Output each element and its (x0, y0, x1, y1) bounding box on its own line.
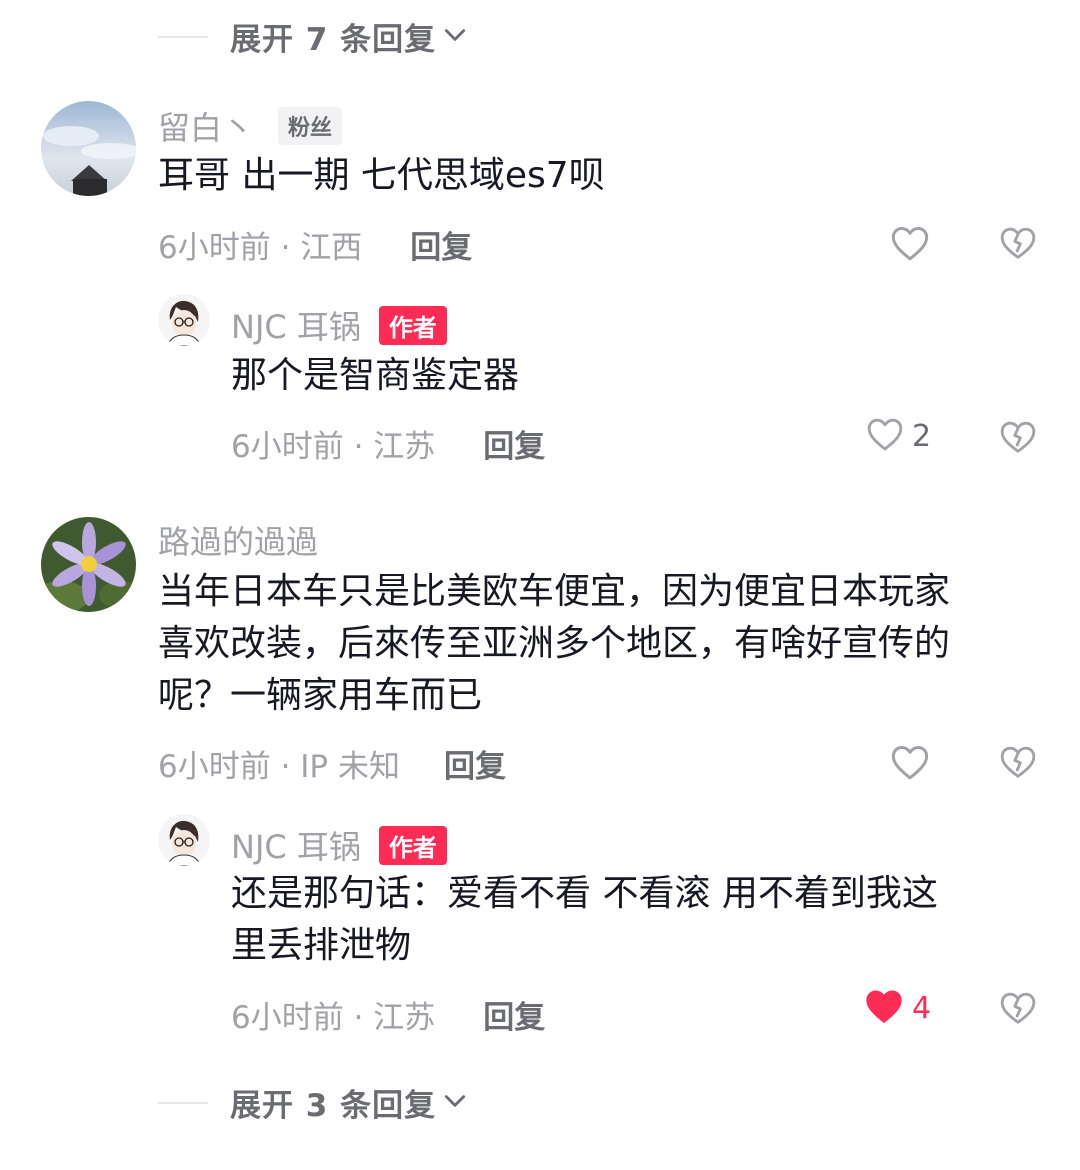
avatar[interactable] (41, 517, 136, 612)
username[interactable]: NJC 耳锅 (231, 302, 361, 348)
expand-replies-top[interactable]: 展开 7 条回复 (158, 14, 468, 59)
comment-text: 耳哥 出一期 七代思域es7呗 (158, 155, 605, 196)
username[interactable]: 留白丶 (158, 103, 254, 149)
username[interactable]: NJC 耳锅 (231, 822, 361, 868)
comment-line: 呢？一辆家用车而已 (158, 675, 483, 716)
reply-button[interactable]: 回复 (410, 222, 472, 267)
heart-icon[interactable] (890, 743, 930, 785)
divider-line (158, 1101, 208, 1104)
chevron-down-icon (442, 22, 468, 52)
comment-meta: 6小时前 · IP 未知 (158, 749, 400, 785)
comment-line: 喜欢改装，后來传至亚洲多个地区，有啥好宣传的 (158, 623, 951, 664)
reply-text: 那个是智商鉴定器 (231, 355, 520, 396)
comment-line: 当年日本车只是比美欧车便宜，因为便宜日本玩家 (158, 571, 951, 612)
reply-line: 里丢排泄物 (231, 925, 412, 966)
dislike-broken-heart-icon[interactable] (999, 989, 1037, 1031)
dislike-broken-heart-icon[interactable] (999, 418, 1037, 460)
expand-replies-label: 展开 3 条回复 (230, 1088, 437, 1124)
avatar[interactable] (41, 101, 136, 196)
divider-line (158, 35, 208, 38)
reply-meta: 6小时前 · 江苏 (231, 429, 436, 465)
expand-replies-label: 展开 7 条回复 (230, 22, 437, 58)
like-count: 4 (912, 990, 932, 1026)
dislike-broken-heart-icon[interactable] (999, 224, 1037, 266)
username[interactable]: 路過的過過 (158, 523, 318, 561)
dislike-broken-heart-icon[interactable] (999, 743, 1037, 785)
chevron-down-icon (442, 1088, 468, 1118)
reply-meta: 6小时前 · 江苏 (231, 1000, 436, 1036)
reply-line: 还是那句话：爱看不看 不看滚 用不着到我这 (231, 873, 938, 914)
heart-icon[interactable] (890, 224, 930, 266)
reply-button[interactable]: 回复 (483, 992, 545, 1037)
author-avatar[interactable] (158, 294, 210, 346)
comment-text: 当年日本车只是比美欧车便宜，因为便宜日本玩家 喜欢改装，后來传至亚洲多个地区，有… (158, 566, 1038, 722)
heart-icon[interactable] (866, 416, 904, 456)
comment-meta: 6小时前 · 江西 (158, 230, 363, 266)
author-badge: 作者 (378, 305, 447, 345)
author-badge: 作者 (378, 825, 447, 865)
reply-button[interactable]: 回复 (483, 421, 545, 466)
reply-button[interactable]: 回复 (444, 741, 506, 786)
author-avatar[interactable] (158, 814, 210, 866)
like-count: 2 (912, 418, 932, 454)
heart-filled-icon[interactable] (864, 987, 904, 1029)
fan-badge: 粉丝 (278, 107, 343, 145)
expand-replies-bottom[interactable]: 展开 3 条回复 (158, 1080, 468, 1125)
reply-text: 还是那句话：爱看不看 不看滚 用不着到我这 里丢排泄物 (231, 868, 1031, 972)
